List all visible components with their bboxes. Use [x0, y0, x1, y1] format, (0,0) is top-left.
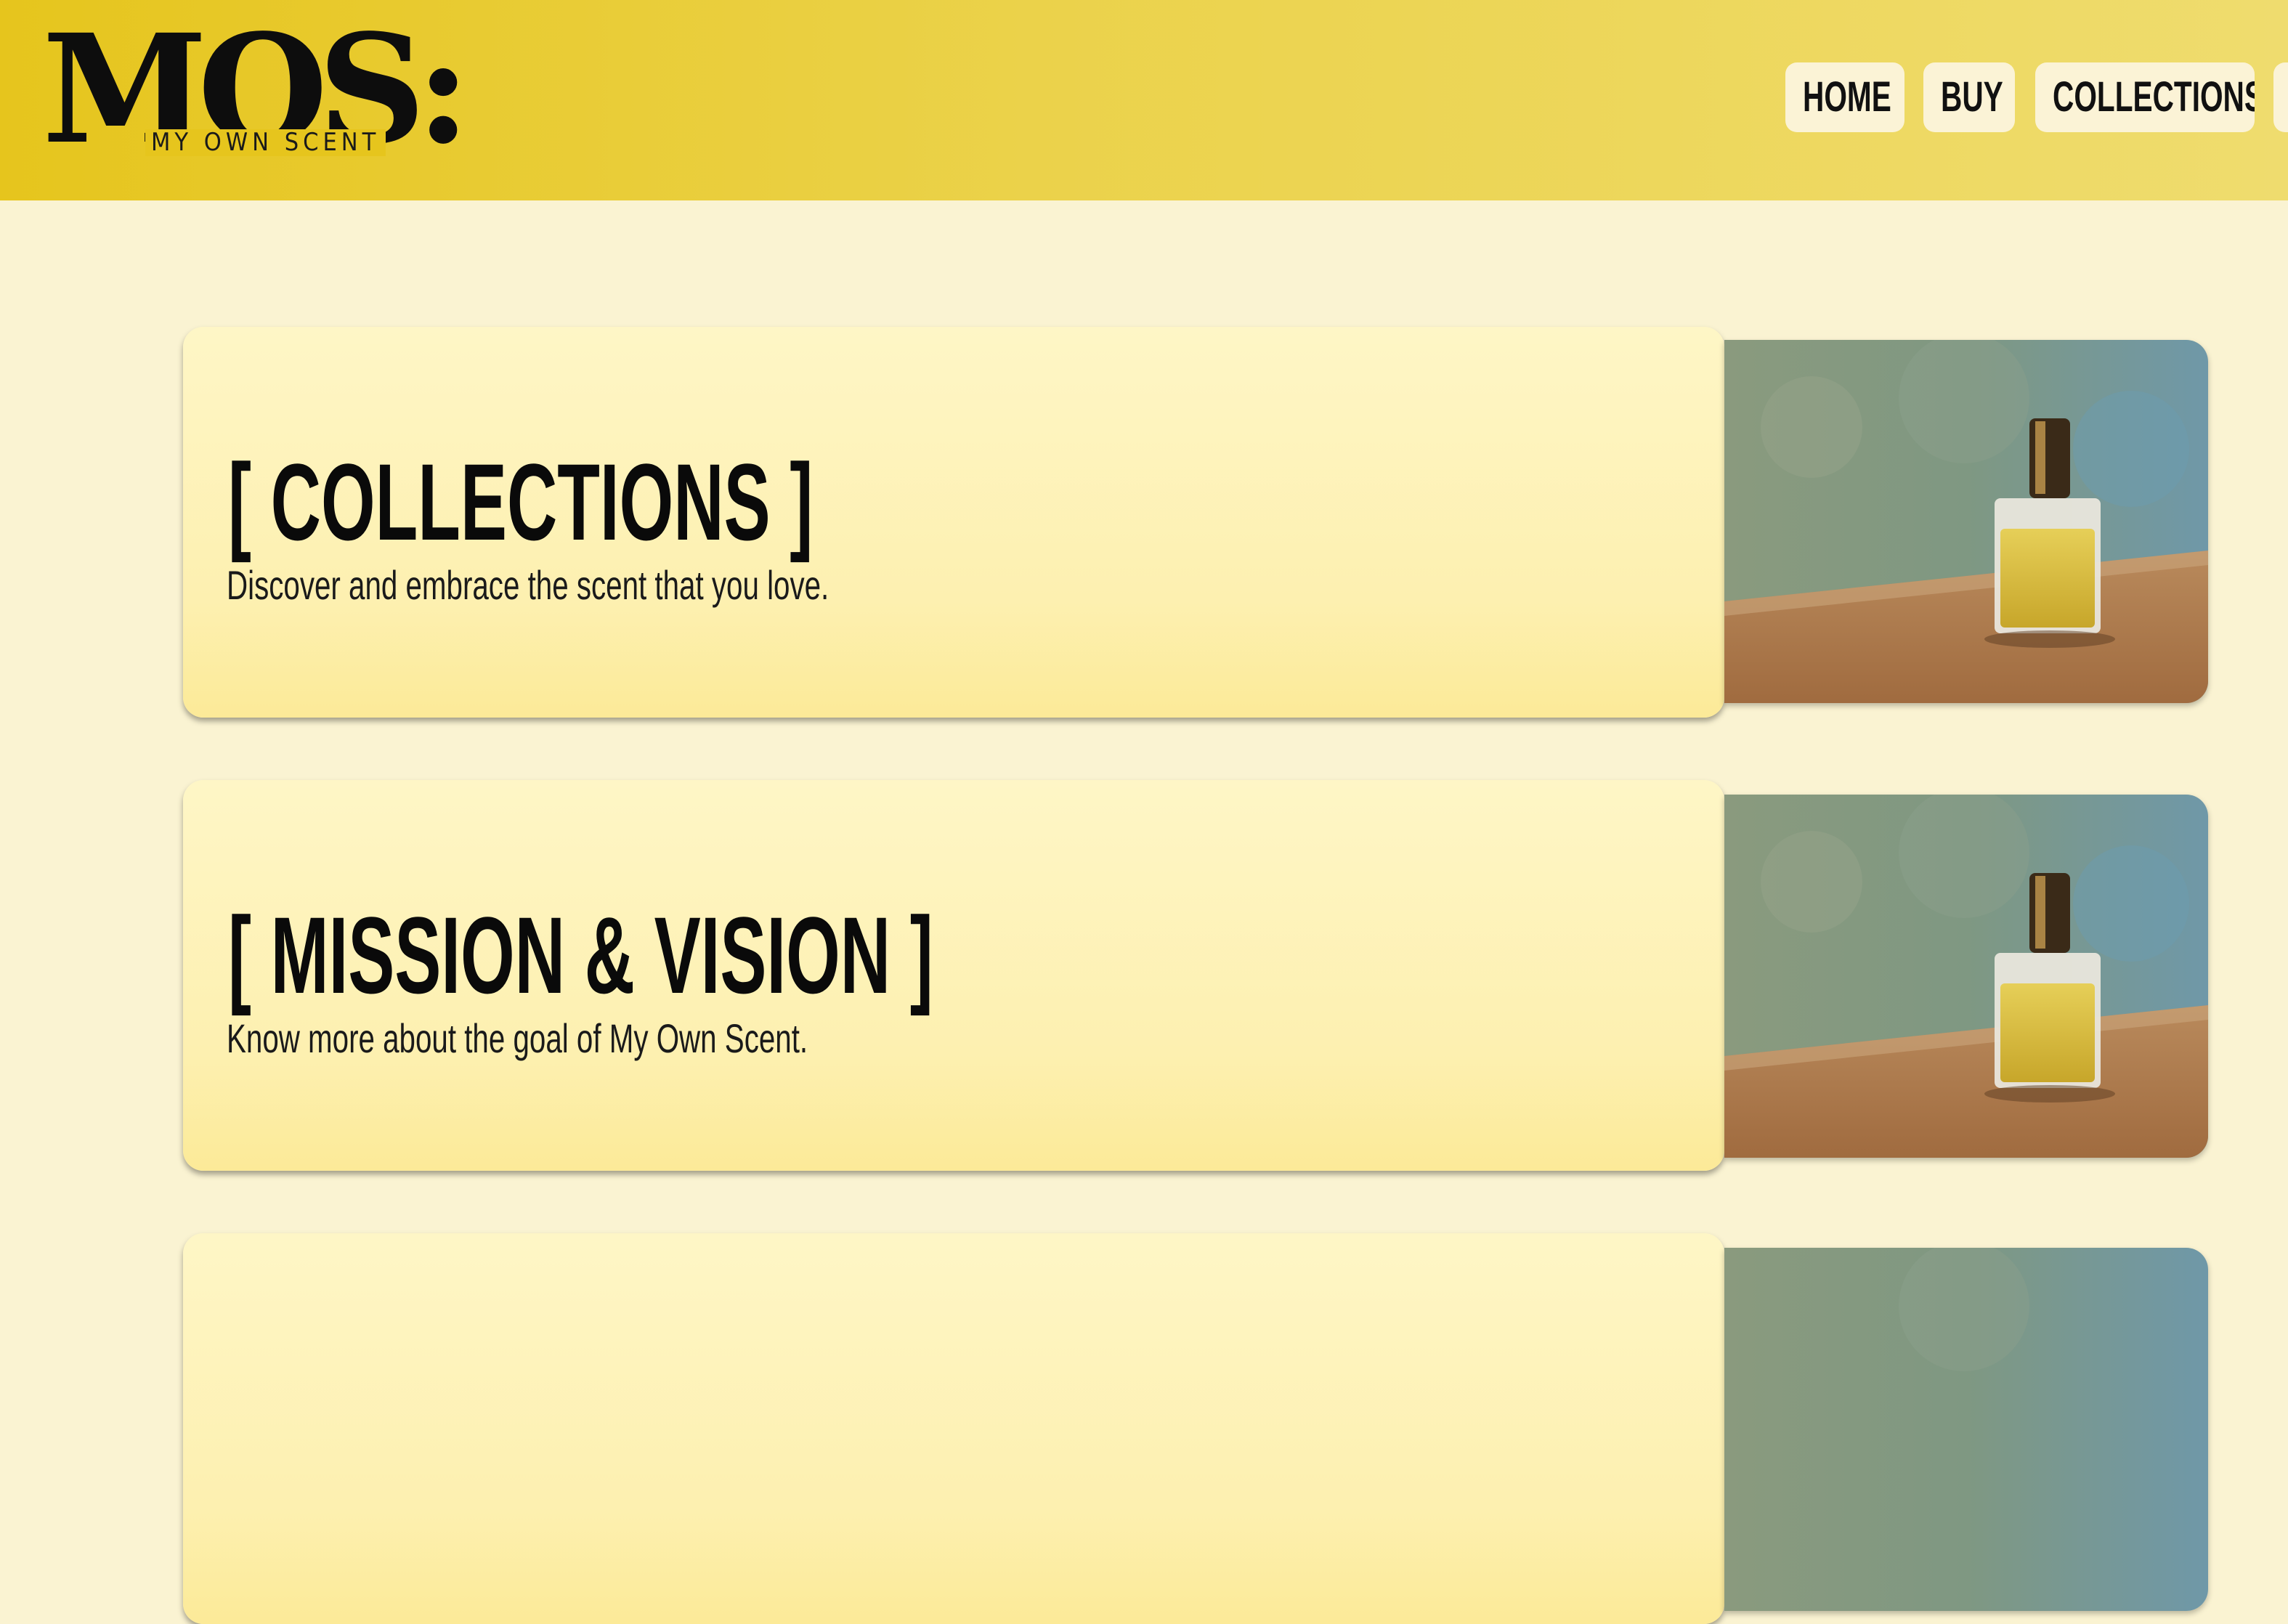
logo-tagline: MY OWN SCENT: [145, 129, 386, 157]
card-title: [ COLLECTIONS ]: [228, 441, 814, 563]
perfume-bottle-image: [1724, 1248, 2208, 1611]
nav-home-label: HOME: [1803, 73, 1891, 121]
nav-home[interactable]: HOME: [1785, 62, 1904, 132]
brand-logo[interactable]: MOS: MY OWN SCENT: [42, 15, 478, 167]
third-card[interactable]: [183, 1233, 1724, 1624]
perfume-bottle-image: [1724, 340, 2208, 703]
nav-collections-label: COLLECTIONS: [2053, 73, 2255, 121]
card-title: [ MISSION & VISION ]: [228, 894, 933, 1016]
main-nav: HOME BUY COLLECTIONS: [1785, 62, 2288, 132]
card-description: Discover and embrace the scent that you …: [227, 562, 829, 608]
nav-buy[interactable]: BUY: [1923, 62, 2015, 132]
site-header: MOS: MY OWN SCENT HOME BUY COLLECTIONS: [0, 0, 2288, 200]
nav-buy-label: BUY: [1941, 73, 2003, 121]
nav-collections[interactable]: COLLECTIONS: [2035, 62, 2255, 132]
card-description: Know more about the goal of My Own Scent…: [227, 1015, 808, 1061]
collections-card[interactable]: [ COLLECTIONS ] Discover and embrace the…: [183, 327, 1724, 718]
perfume-bottle-image: [1724, 795, 2208, 1158]
mission-vision-card[interactable]: [ MISSION & VISION ] Know more about the…: [183, 780, 1724, 1171]
nav-more[interactable]: [2273, 62, 2288, 132]
